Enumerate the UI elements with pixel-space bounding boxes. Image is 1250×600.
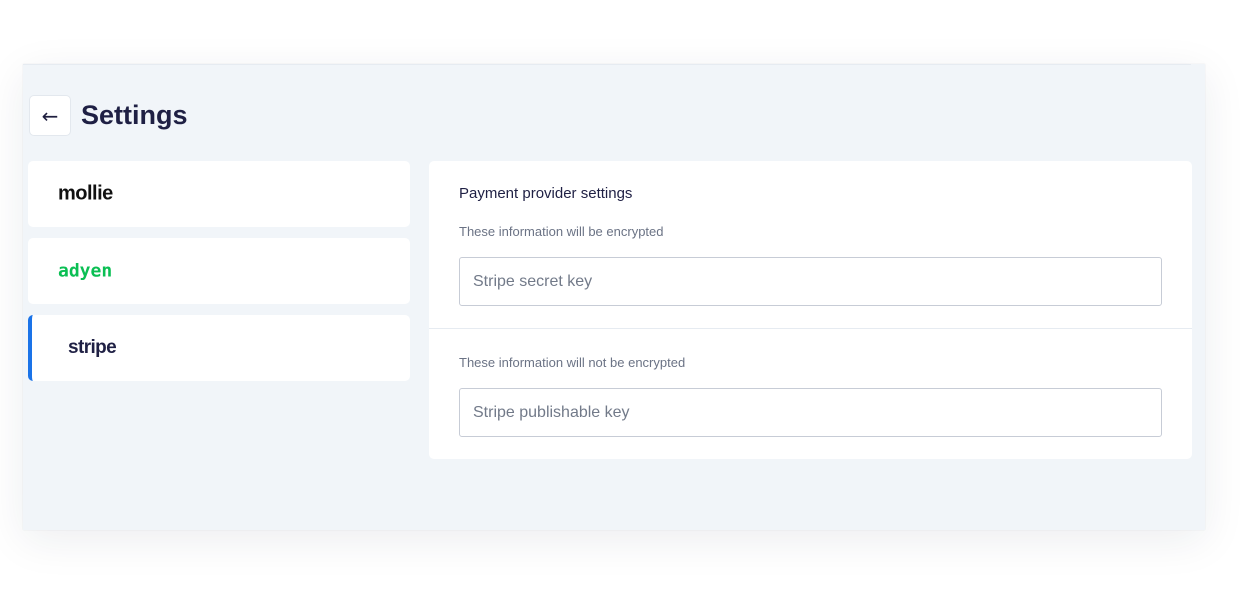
page-title: Settings [81, 100, 188, 130]
payment-provider-settings-panel: Payment provider settings These informat… [429, 161, 1192, 459]
back-button[interactable]: ← [29, 95, 71, 136]
panel-title: Payment provider settings [459, 185, 633, 202]
unencrypted-note: These information will not be encrypted [459, 355, 686, 370]
encrypted-note: These information will be encrypted [459, 224, 664, 239]
stripe-logo: stripe [68, 337, 117, 358]
publishable-key-input[interactable] [460, 389, 1161, 436]
section-divider [429, 328, 1192, 329]
top-divider [23, 64, 1191, 65]
provider-card-adyen[interactable]: adyen [28, 238, 410, 304]
secret-key-input[interactable] [460, 258, 1161, 305]
settings-window: ← Settings mollie adyen stripe Payment p… [23, 64, 1205, 530]
publishable-key-field [459, 388, 1162, 437]
provider-card-mollie[interactable]: mollie [28, 161, 410, 227]
adyen-logo: adyen [58, 260, 113, 282]
mollie-logo: mollie [58, 182, 113, 205]
arrow-left-icon: ← [41, 103, 59, 128]
secret-key-field [459, 257, 1162, 306]
provider-card-stripe[interactable]: stripe [28, 315, 410, 381]
